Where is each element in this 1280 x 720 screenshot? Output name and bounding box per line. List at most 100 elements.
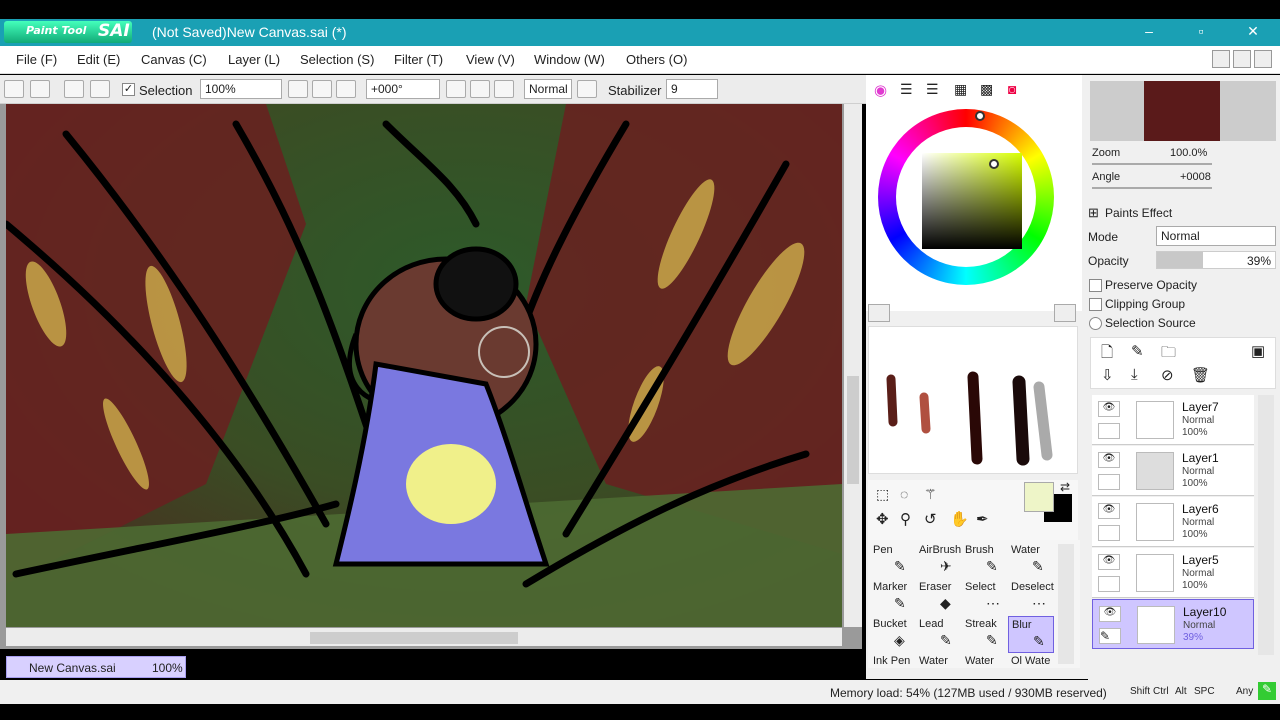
new-layer-icon[interactable]: 🗋 [1101,342,1113,367]
brush-tool-select[interactable]: Select ⋯ [962,579,1008,616]
color-settings-tab-icon[interactable]: ◙ [1008,81,1016,97]
undo-button[interactable] [4,80,24,98]
brush-tool-bucket[interactable]: Bucket ◈ [870,616,916,653]
layer-row[interactable]: 👁 Layer5 Normal 100% [1092,548,1254,598]
menu-window[interactable]: Window (W) [534,52,605,67]
layer-lock-icon[interactable] [1098,474,1120,490]
layer-edit-icon[interactable]: ✎ [1099,628,1121,644]
lasso-icon[interactable]: ◌ [900,486,908,502]
merge-down-icon[interactable]: ⤓ [1131,366,1138,383]
brush-preview-refresh-button[interactable] [868,304,890,322]
visibility-eye-icon[interactable]: 👁 [1098,401,1120,417]
hue-marker[interactable] [975,111,985,121]
hand-icon[interactable]: ✋ [950,510,969,528]
zoom-in-button[interactable] [312,80,332,98]
menu-edit[interactable]: Edit (E) [77,52,120,67]
brush-tool-deselect[interactable]: Deselect ⋯ [1008,579,1054,616]
primary-color-swatch[interactable] [1024,482,1054,512]
layer-row[interactable]: 👁 Layer1 Normal 100% [1092,446,1254,496]
brush-tool-pen[interactable]: Pen ✎ [870,542,916,579]
scratchpad-tab-icon[interactable]: ▩ [980,81,993,98]
hsv-slider-tab-icon[interactable]: ☰ [926,81,939,98]
visibility-eye-icon[interactable]: 👁 [1098,503,1120,519]
maximize-button[interactable]: ▫ [1186,23,1216,43]
rotate-left-button[interactable] [446,80,466,98]
zoom-out-button[interactable] [288,80,308,98]
brush-tool-airbrush[interactable]: AirBrush ✈ [916,542,962,579]
zoom-reset-button[interactable] [336,80,356,98]
brush-tool-brush[interactable]: Brush ✎ [962,542,1008,579]
layer-lock-icon[interactable] [1098,525,1120,541]
minimize-button[interactable]: – [1134,23,1164,43]
new-linework-layer-icon[interactable]: ✎ [1131,342,1144,360]
menu-filter[interactable]: Filter (T) [394,52,443,67]
swap-colors-icon[interactable]: ⇄ [1060,480,1070,494]
color-marker[interactable] [989,159,999,169]
rotate-reset-button[interactable] [494,80,514,98]
angle-select[interactable]: +000° [366,79,440,99]
deselect-button[interactable] [64,80,84,98]
vertical-scrollbar[interactable] [844,104,862,627]
menu-canvas[interactable]: Canvas (C) [141,52,207,67]
vertical-scroll-thumb[interactable] [847,376,859,484]
brush-grid-scrollbar[interactable] [1058,544,1074,664]
saturation-value-square[interactable] [922,153,1022,249]
clipping-group-checkbox[interactable] [1089,298,1102,311]
mdi-minimize-button[interactable] [1212,50,1230,68]
menu-layer[interactable]: Layer (L) [228,52,280,67]
blend-mode-select[interactable]: Normal [524,79,572,99]
visibility-eye-icon[interactable]: 👁 [1098,452,1120,468]
brush-tool-water[interactable]: Water ✎ [1008,542,1054,579]
horizontal-scroll-thumb[interactable] [310,632,518,644]
flip-button[interactable] [577,80,597,98]
redo-button[interactable] [30,80,50,98]
opacity-slider[interactable]: 39% [1156,251,1276,269]
magic-wand-icon[interactable]: ⚚ [924,486,937,503]
visibility-eye-icon[interactable]: 👁 [1098,554,1120,570]
brush-tool-marker[interactable]: Marker ✎ [870,579,916,616]
new-folder-icon[interactable]: 🗀 [1161,342,1176,367]
menu-file[interactable]: File (F) [16,52,57,67]
transfer-down-icon[interactable]: ⇩ [1101,366,1114,384]
layer-mask-icon[interactable]: ▣ [1251,342,1265,360]
mdi-close-button[interactable] [1254,50,1272,68]
eyedropper-icon[interactable]: ✒ [976,510,989,528]
selection-checkbox[interactable]: ✓ [122,83,135,96]
layer-row[interactable]: 👁 Layer6 Normal 100% [1092,497,1254,547]
clear-layer-icon[interactable]: ⊘ [1161,366,1174,384]
layer-row[interactable]: 👁 Layer7 Normal 100% [1092,395,1254,445]
menu-view[interactable]: View (V) [466,52,515,67]
visibility-eye-icon[interactable]: 👁 [1099,606,1121,622]
brush-tool-lead[interactable]: Lead ✎ [916,616,962,653]
close-button[interactable]: ✕ [1238,23,1268,43]
layer-lock-icon[interactable] [1098,576,1120,592]
rotate-icon[interactable]: ↺ [924,510,937,528]
move-icon[interactable]: ✥ [876,510,889,528]
menu-selection[interactable]: Selection (S) [300,52,374,67]
brush-tool-eraser[interactable]: Eraser ◆ [916,579,962,616]
brush-preview-menu-button[interactable] [1054,304,1076,322]
navigator-angle-slider[interactable] [1092,187,1212,189]
delete-layer-icon[interactable]: 🗑 [1191,366,1210,384]
brush-tool-streak[interactable]: Streak ✎ [962,616,1008,653]
rect-select-icon[interactable]: ⬚ [876,486,889,503]
stabilizer-select[interactable]: 9 [666,79,718,99]
zoom-select[interactable]: 100% [200,79,282,99]
paints-effect-icon[interactable]: ⊞ [1088,205,1099,221]
zoom-icon[interactable]: ⚲ [900,510,911,528]
layer-scrollbar[interactable] [1258,395,1274,655]
menu-others[interactable]: Others (O) [626,52,687,67]
horizontal-scrollbar[interactable] [6,628,842,646]
rotate-right-button[interactable] [470,80,490,98]
navigator-preview[interactable] [1090,81,1276,141]
selection-source-radio[interactable] [1089,317,1102,330]
color-wheel-tab-icon[interactable]: ◉ [874,81,887,99]
brush-tool-blur[interactable]: Blur ✎ [1008,616,1054,653]
preserve-opacity-checkbox[interactable] [1089,279,1102,292]
layer-row-selected[interactable]: 👁 ✎ Layer10 Normal 39% [1092,599,1254,649]
layer-mode-select[interactable]: Normal [1156,226,1276,246]
layer-lock-icon[interactable] [1098,423,1120,439]
drawing-canvas[interactable] [6,104,842,627]
invert-selection-button[interactable] [90,80,110,98]
swatch-tab-icon[interactable]: ▦ [954,81,967,98]
